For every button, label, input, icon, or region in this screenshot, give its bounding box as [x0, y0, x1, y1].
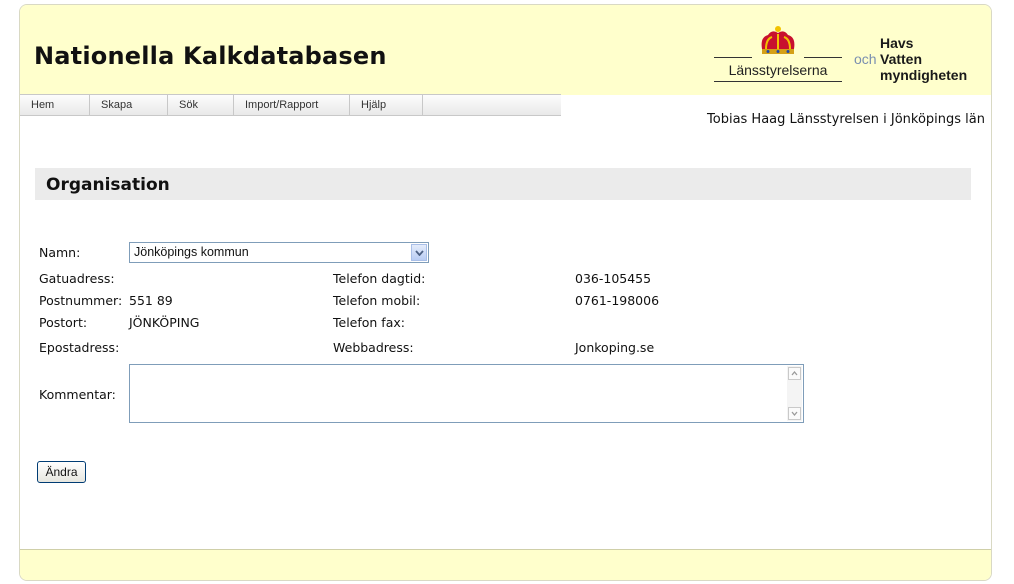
- epost-label: Epostadress:: [39, 340, 120, 355]
- havs-logo-line3: myndigheten: [880, 67, 968, 83]
- nav-item-skapa[interactable]: Skapa: [90, 95, 168, 115]
- namn-select[interactable]: Jönköpings kommun: [129, 242, 429, 263]
- nav-item-sok[interactable]: Sök: [168, 95, 234, 115]
- logo-rule-right: [804, 57, 842, 58]
- main-nav: Hem Skapa Sök Import/Rapport Hjälp: [20, 94, 561, 116]
- lansstyrelserna-logo-text: Länsstyrelserna: [728, 62, 828, 78]
- havs-logo-line1: Havs: [880, 35, 914, 51]
- gatuadress-label: Gatuadress:: [39, 271, 115, 286]
- kommentar-textarea[interactable]: [129, 364, 804, 423]
- site-header: Nationella Kalkdatabasen Länsstyrelserna…: [20, 5, 991, 95]
- andra-button[interactable]: Ändra: [37, 461, 86, 483]
- logo-rule-left: [714, 57, 752, 58]
- nav-item-hjalp[interactable]: Hjälp: [350, 95, 423, 115]
- page-frame: Nationella Kalkdatabasen Länsstyrelserna…: [19, 4, 992, 581]
- webbadress-label: Webbadress:: [333, 340, 414, 355]
- telefon-mobil-value: 0761-198006: [575, 293, 660, 308]
- scroll-down-icon[interactable]: [788, 407, 801, 420]
- telefon-mobil-label: Telefon mobil:: [333, 293, 421, 308]
- chevron-down-icon[interactable]: [411, 244, 427, 261]
- namn-select-value: Jönköpings kommun: [134, 245, 249, 259]
- nav-item-hem[interactable]: Hem: [20, 95, 90, 115]
- telefon-dagtid-label: Telefon dagtid:: [333, 271, 426, 286]
- kommentar-scrollbar[interactable]: [787, 366, 802, 421]
- crown-icon: [761, 26, 795, 54]
- site-footer: [20, 549, 991, 580]
- section-header: Organisation: [35, 168, 971, 200]
- postort-value: JÖNKÖPING: [129, 315, 200, 330]
- namn-label: Namn:: [39, 245, 81, 260]
- kommentar-label: Kommentar:: [39, 387, 116, 402]
- webbadress-value: Jonkoping.se: [575, 340, 655, 355]
- site-title: Nationella Kalkdatabasen: [34, 42, 387, 70]
- havs-logo-line2: Vatten: [880, 51, 923, 67]
- section-title: Organisation: [46, 175, 170, 195]
- postnummer-label: Postnummer:: [39, 293, 123, 308]
- postnummer-value: 551 89: [129, 293, 173, 308]
- scroll-up-icon[interactable]: [788, 367, 801, 380]
- lansstyrelserna-logo: Länsstyrelserna: [714, 25, 842, 85]
- telefon-fax-label: Telefon fax:: [333, 315, 405, 330]
- nav-item-empty: [423, 95, 561, 115]
- logged-in-user: Tobias Haag Länsstyrelsen i Jönköpings l…: [707, 112, 985, 127]
- postort-label: Postort:: [39, 315, 88, 330]
- nav-item-import-rapport[interactable]: Import/Rapport: [234, 95, 350, 115]
- havs-logo-och: och: [854, 51, 877, 67]
- havs-vatten-logo: och Havs Vatten myndigheten: [854, 35, 984, 85]
- telefon-dagtid-value: 036-105455: [575, 271, 652, 286]
- logo-underline: [714, 81, 842, 82]
